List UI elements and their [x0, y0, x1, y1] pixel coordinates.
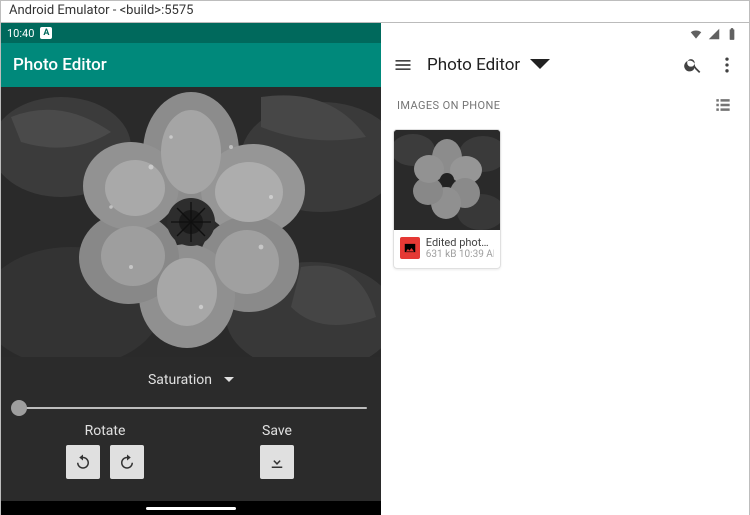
save-label: Save [262, 423, 292, 439]
slider-wrap [15, 393, 367, 423]
saturation-slider[interactable] [15, 407, 367, 409]
list-view-icon[interactable] [713, 95, 733, 115]
photo-canvas[interactable] [1, 87, 381, 357]
debug-icon: A [40, 27, 52, 39]
image-grid: Edited photo.j… 631 kB 10:39 AM [381, 121, 749, 277]
search-icon[interactable] [683, 55, 703, 75]
app-bar: Photo Editor [1, 43, 381, 87]
hamburger-icon[interactable] [393, 55, 413, 75]
file-browser-pane: Photo Editor IMAGES ON PHONE [381, 23, 749, 515]
save-button[interactable] [260, 445, 294, 479]
browser-title-dropdown[interactable]: Photo Editor [427, 55, 550, 75]
android-statusbar: 10:40 A [1, 23, 381, 43]
rotate-group: Rotate [19, 423, 191, 479]
window-titlebar: Android Emulator - <build>:5575 [1, 1, 749, 23]
chevron-down-icon [530, 55, 550, 75]
emulator-pane: 10:40 A Photo Editor [1, 23, 381, 515]
section-header: IMAGES ON PHONE [381, 85, 749, 121]
save-group: Save [191, 423, 363, 479]
filter-dropdown[interactable]: Saturation [15, 367, 367, 393]
section-label: IMAGES ON PHONE [397, 99, 500, 112]
rotate-cw-button[interactable] [110, 445, 144, 479]
rotate-cw-icon [118, 453, 136, 471]
image-file-icon [400, 237, 420, 259]
nav-home-pill[interactable] [146, 507, 236, 510]
android-navbar[interactable] [1, 501, 381, 515]
download-icon [268, 453, 286, 471]
file-subtitle: 631 kB 10:39 AM [426, 249, 494, 260]
appbar-title: Photo Editor [13, 55, 107, 75]
battery-icon [725, 27, 739, 41]
image-card[interactable]: Edited photo.j… 631 kB 10:39 AM [393, 129, 501, 269]
slider-thumb[interactable] [11, 400, 27, 416]
rotate-ccw-icon [74, 453, 92, 471]
wifi-icon [689, 27, 703, 41]
status-time: 10:40 [7, 27, 34, 40]
image-thumbnail [394, 130, 500, 230]
browser-topbar: Photo Editor [381, 45, 749, 85]
signal-icon [707, 27, 721, 41]
chevron-down-icon [224, 375, 234, 385]
file-name: Edited photo.j… [426, 236, 494, 249]
browser-title: Photo Editor [427, 55, 520, 75]
dropdown-label: Saturation [148, 372, 212, 388]
window-title: Android Emulator - <build>:5575 [9, 3, 193, 18]
overflow-icon[interactable] [717, 55, 737, 75]
rotate-ccw-button[interactable] [66, 445, 100, 479]
controls-panel: Saturation Rotate [1, 357, 381, 501]
rotate-label: Rotate [85, 423, 126, 439]
right-statusbar [381, 23, 749, 45]
